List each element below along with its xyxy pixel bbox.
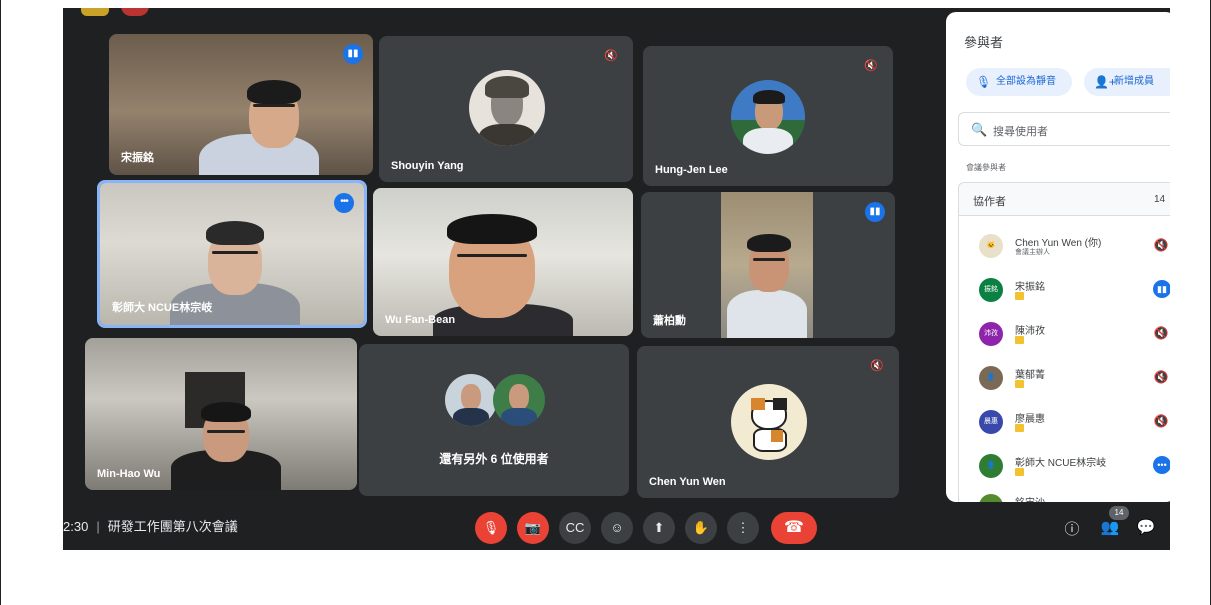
camera-off-icon[interactable]: 📷	[517, 512, 549, 544]
mute-all-button[interactable]: 🎙 全部設為靜音	[966, 68, 1072, 96]
video-tile-5[interactable]: Wu Fan-Bean	[373, 188, 633, 336]
mic-off-icon: 🎙	[976, 75, 992, 89]
separator: |	[96, 519, 100, 534]
participant-row[interactable]: 晨惠 廖晨惠 🔇	[959, 404, 1170, 444]
tile-name: Wu Fan-Bean	[385, 314, 456, 326]
bottom-toolbar: 2:30 | 研發工作團第八次會議 🎙 📷 CC ☺ ⬆ ✋ ⋮ ☎ ⓘ 14 👥 …	[63, 502, 1170, 550]
tag-icon	[1015, 380, 1024, 388]
top-window-controls	[81, 8, 151, 16]
participant-row[interactable]: 👤 葉郁菁 🔇	[959, 360, 1170, 400]
search-icon: 🔍	[971, 122, 988, 137]
captions-icon[interactable]: CC	[559, 512, 591, 544]
more-vert-icon[interactable]: ⋮	[727, 512, 759, 544]
panel-title: 參與者	[964, 35, 1004, 50]
people-icon[interactable]: 👥	[1099, 518, 1121, 536]
video-tile-7[interactable]: Min-Hao Wu	[85, 338, 357, 490]
photo-frame: ▮▮ 宋振銘 🔇 Shouyin Yang 🔇 Hung-Jen Lee •••…	[0, 0, 1211, 605]
video-tile-6[interactable]: ▮▮ 蕭柏勳	[641, 192, 895, 338]
participant-role: 會議主辦人	[1015, 249, 1050, 256]
avatar: 振銘	[979, 278, 1003, 302]
participant-row[interactable]: 沛孜 陳沛孜 🔇	[959, 316, 1170, 356]
mic-off-icon: 🔇	[1153, 370, 1169, 384]
avatar: 👤	[979, 454, 1003, 478]
others-tile[interactable]: 還有另外 6 位使用者	[359, 344, 629, 496]
mic-off-icon: 🔇	[870, 360, 884, 372]
participant-list: 🐱 Chen Yun Wen (你) 會議主辦人 🔇 振銘 宋振銘 ▮▮ 沛孜 …	[958, 216, 1170, 506]
add-people-button[interactable]: 👤+ 新增成員	[1084, 68, 1170, 96]
info-icon[interactable]: ⓘ	[1061, 518, 1083, 539]
section-label: 會議參與者	[966, 163, 1006, 172]
video-tile-3[interactable]: 🔇 Hung-Jen Lee	[643, 46, 893, 186]
tag-icon	[1015, 292, 1024, 300]
participant-avatar	[493, 374, 545, 426]
tile-name: 宋振銘	[121, 152, 154, 164]
tile-name: Chen Yun Wen	[649, 476, 726, 488]
participant-avatar	[469, 70, 545, 146]
tile-name: 蕭柏勳	[653, 315, 686, 327]
mic-off-icon: 🔇	[1153, 326, 1169, 340]
video-tile-4[interactable]: ••• 彰師大 NCUE林宗岐	[97, 180, 367, 328]
speaking-indicator-icon: ▮▮	[343, 44, 363, 64]
video-tile-1[interactable]: ▮▮ 宋振銘	[109, 34, 373, 175]
video-tile-9[interactable]: 🔇 Chen Yun Wen	[637, 346, 899, 498]
participant-name: 陳沛孜	[1015, 326, 1045, 337]
participant-row[interactable]: 振銘 宋振銘 ▮▮	[959, 272, 1170, 312]
meeting-info: 2:30 | 研發工作團第八次會議	[63, 516, 238, 535]
tile-name: Hung-Jen Lee	[655, 164, 728, 176]
chat-icon[interactable]: 💬	[1135, 518, 1157, 536]
meeting-title: 研發工作團第八次會議	[107, 519, 238, 534]
search-placeholder: 搜尋使用者	[993, 126, 1048, 138]
window-control-red[interactable]	[121, 8, 149, 16]
meeting-time: 2:30	[63, 519, 89, 534]
tag-icon	[1015, 424, 1024, 432]
participant-avatar	[731, 384, 807, 460]
avatar: 👤	[979, 366, 1003, 390]
participant-search[interactable]: 🔍 搜尋使用者	[958, 112, 1170, 146]
speaking-indicator-icon: ▮▮	[1153, 280, 1170, 298]
participant-name: 葉郁菁	[1015, 370, 1045, 381]
tag-icon	[1015, 468, 1024, 476]
speaking-indicator-icon: ▮▮	[865, 202, 885, 222]
video-tile-2[interactable]: 🔇 Shouyin Yang	[379, 36, 633, 182]
group-count: 14	[1154, 194, 1166, 205]
mic-off-icon[interactable]: 🎙	[475, 512, 507, 544]
others-label: 還有另外 6 位使用者	[439, 452, 549, 466]
add-person-icon: 👤+	[1094, 75, 1116, 89]
participant-avatar	[731, 80, 805, 154]
emoji-icon[interactable]: ☺	[601, 512, 633, 544]
avatar: 🐱	[979, 234, 1003, 258]
tile-name: Min-Hao Wu	[97, 468, 161, 480]
avatar: 沛孜	[979, 322, 1003, 346]
present-icon[interactable]: ⬆	[643, 512, 675, 544]
participant-name: 彰師大 NCUE林宗岐	[1015, 458, 1107, 469]
more-options-icon[interactable]: •••	[334, 193, 354, 213]
mic-off-icon: 🔇	[1153, 414, 1169, 428]
participant-avatar	[445, 374, 497, 426]
more-options-icon[interactable]: •••	[1153, 456, 1170, 474]
participant-row[interactable]: 👤 彰師大 NCUE林宗岐 •••	[959, 448, 1170, 488]
mic-off-icon: 🔇	[1153, 238, 1169, 252]
tile-name: 彰師大 NCUE林宗岐	[112, 302, 213, 314]
leave-call-icon[interactable]: ☎	[771, 512, 817, 544]
mic-off-icon: 🔇	[864, 60, 878, 72]
participant-name: 宋振銘	[1015, 282, 1045, 293]
tile-name: Shouyin Yang	[391, 160, 464, 172]
participants-panel: 參與者 🎙 全部設為靜音 👤+ 新增成員 🔍 搜尋使用者 會議參與者 協作者 1…	[946, 12, 1170, 506]
tag-icon	[1015, 336, 1024, 344]
mic-off-icon: 🔇	[604, 50, 618, 62]
group-label: 協作者	[973, 196, 1006, 208]
group-header[interactable]: 協作者 14	[958, 182, 1170, 216]
window-control-yellow[interactable]	[81, 8, 109, 16]
meet-screen: ▮▮ 宋振銘 🔇 Shouyin Yang 🔇 Hung-Jen Lee •••…	[63, 8, 1170, 550]
raise-hand-icon[interactable]: ✋	[685, 512, 717, 544]
participant-row[interactable]: 🐱 Chen Yun Wen (你) 會議主辦人 🔇	[959, 228, 1170, 268]
participant-name: 廖晨惠	[1015, 414, 1045, 425]
avatar: 晨惠	[979, 410, 1003, 434]
